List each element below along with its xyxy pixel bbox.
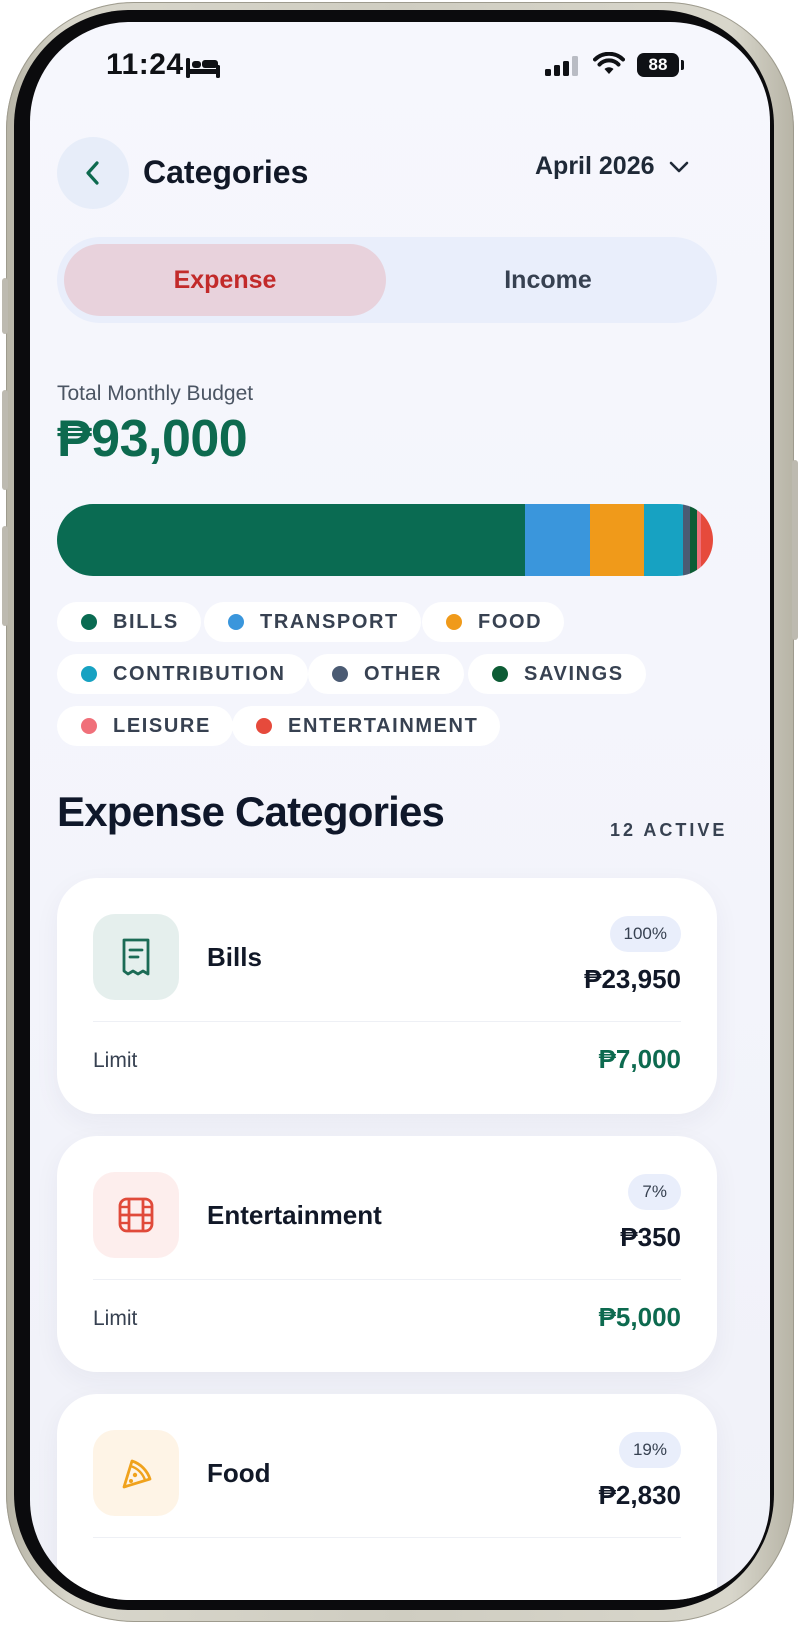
- legend-chip-food[interactable]: FOOD: [422, 602, 565, 642]
- category-spent: ₱350: [620, 1222, 681, 1252]
- legend-chip-other[interactable]: OTHER: [308, 654, 464, 694]
- limit-label: Limit: [93, 1307, 138, 1330]
- section-title: Expense Categories: [57, 788, 445, 835]
- budget-stacked-bar: [57, 504, 713, 576]
- bar-segment-entertainment: [701, 504, 713, 576]
- legend-chip-transport[interactable]: TRANSPORT: [204, 602, 421, 642]
- chevron-left-icon: [86, 161, 99, 185]
- pizza-icon: [122, 1459, 152, 1489]
- bar-segment-food: [590, 504, 645, 576]
- category-name: Bills: [207, 942, 262, 972]
- card-divider: [93, 1279, 681, 1280]
- category-icon-box: [93, 914, 179, 1000]
- bar-segment-bills: [57, 504, 525, 576]
- legend-dot: [256, 718, 272, 734]
- tab-expense[interactable]: Expense: [64, 244, 386, 316]
- legend-label: CONTRIBUTION: [113, 662, 286, 685]
- volume-up-button: [2, 390, 8, 490]
- category-percent-badge: 7%: [628, 1174, 681, 1210]
- category-icon-box: [93, 1172, 179, 1258]
- category-percent-badge: 100%: [609, 916, 681, 952]
- bar-segment-contribution: [644, 504, 684, 576]
- tab-income[interactable]: Income: [387, 244, 709, 316]
- budget-amount: ₱93,000: [57, 410, 248, 468]
- category-card-food[interactable]: Food 19% ₱2,830: [57, 1394, 717, 1600]
- category-card-bills[interactable]: Bills 100% ₱23,950 Limit ₱7,000: [57, 878, 717, 1114]
- bar-segment-transport: [524, 504, 591, 576]
- power-button: [792, 460, 798, 640]
- category-name: Entertainment: [207, 1200, 382, 1230]
- legend-chip-bills[interactable]: BILLS: [57, 602, 201, 642]
- legend-chip-entertainment[interactable]: ENTERTAINMENT: [232, 706, 501, 746]
- legend-chip-contribution[interactable]: CONTRIBUTION: [57, 654, 308, 694]
- action-button: [2, 278, 8, 334]
- legend-label: TRANSPORT: [260, 610, 399, 633]
- legend-chip-savings[interactable]: SAVINGS: [468, 654, 646, 694]
- wifi-icon: [593, 52, 625, 74]
- cellular-signal-icon: [545, 56, 578, 76]
- status-time: 11:24: [106, 48, 184, 81]
- legend-label: LEISURE: [113, 714, 211, 737]
- card-divider: [93, 1021, 681, 1022]
- page-title: Categories: [143, 154, 309, 190]
- legend-label: BILLS: [113, 610, 179, 633]
- battery-level: 88: [637, 53, 679, 77]
- legend-dot: [228, 614, 244, 630]
- type-toggle: Expense Income: [57, 237, 717, 323]
- app-screen: 11:24 88 Categories April 2026 Expense I…: [30, 22, 770, 1600]
- legend-dot: [492, 666, 508, 682]
- active-count: 12 ACTIVE: [610, 820, 728, 840]
- legend-label: FOOD: [478, 610, 543, 633]
- receipt-icon: [122, 938, 150, 976]
- category-percent-badge: 19%: [618, 1432, 681, 1468]
- category-card-entertainment[interactable]: Entertainment 7% ₱350 Limit ₱5,000: [57, 1136, 717, 1372]
- legend-label: OTHER: [364, 662, 442, 685]
- category-spent: ₱23,950: [584, 964, 681, 994]
- legend-label: SAVINGS: [524, 662, 624, 685]
- legend-dot: [81, 718, 97, 734]
- legend-dot: [446, 614, 462, 630]
- month-label: April 2026: [535, 152, 655, 180]
- legend-dot: [81, 666, 97, 682]
- chevron-down-icon: [669, 161, 688, 172]
- category-spent: ₱2,830: [598, 1480, 681, 1510]
- bed-icon: [186, 58, 220, 78]
- card-divider: [93, 1537, 681, 1538]
- category-icon-box: [93, 1430, 179, 1516]
- limit-value: ₱7,000: [598, 1044, 681, 1074]
- limit-value: ₱5,000: [598, 1302, 681, 1332]
- month-selector[interactable]: April 2026: [535, 152, 689, 181]
- volume-down-button: [2, 526, 8, 626]
- film-icon: [118, 1197, 154, 1233]
- legend-label: ENTERTAINMENT: [288, 714, 479, 737]
- legend-dot: [332, 666, 348, 682]
- battery-tip: [681, 60, 684, 70]
- limit-label: Limit: [93, 1049, 138, 1072]
- category-name: Food: [207, 1458, 271, 1488]
- budget-label: Total Monthly Budget: [57, 382, 254, 405]
- legend-chip-leisure[interactable]: LEISURE: [57, 706, 233, 746]
- back-button[interactable]: [57, 137, 129, 209]
- legend-dot: [81, 614, 97, 630]
